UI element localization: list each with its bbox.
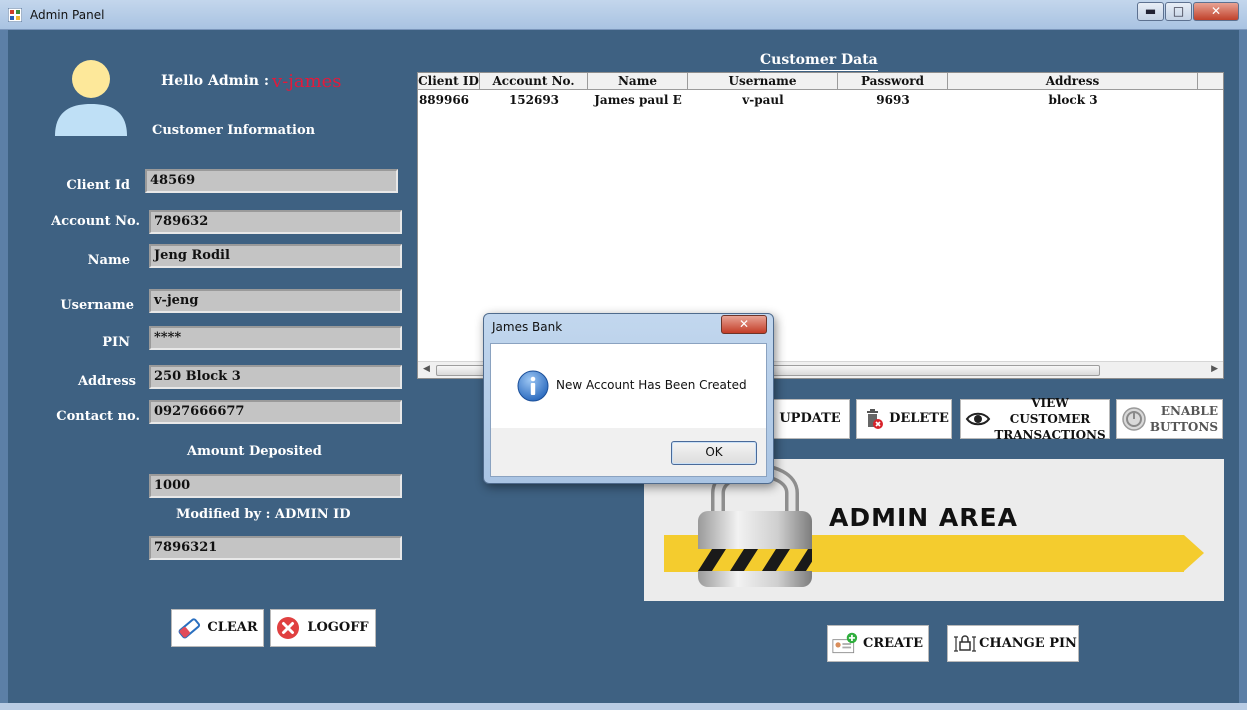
- dialog-message-area: New Account Has Been Created: [491, 344, 766, 428]
- change-pin-button[interactable]: CHANGE PIN: [947, 625, 1079, 662]
- view-customer-line1: VIEW CUSTOMER: [1009, 396, 1091, 426]
- column-header-account-no[interactable]: Account No.: [480, 73, 588, 90]
- window-bottom-border: [0, 703, 1247, 710]
- column-header-username[interactable]: Username: [688, 73, 838, 90]
- cell-address: block 3: [1048, 93, 1098, 107]
- info-icon: [517, 370, 549, 402]
- amount-deposited-field[interactable]: 1000: [149, 474, 402, 498]
- maximize-button[interactable]: □: [1165, 2, 1192, 21]
- column-header-name[interactable]: Name: [588, 73, 688, 90]
- delete-label: DELETE: [889, 411, 949, 426]
- add-user-icon: [832, 631, 858, 657]
- contact-field[interactable]: 0927666677: [149, 400, 402, 424]
- contact-label: Contact no.: [56, 409, 140, 424]
- ok-button[interactable]: OK: [671, 441, 757, 465]
- name-label: Name: [87, 253, 130, 268]
- modified-by-label: Modified by : ADMIN ID: [176, 507, 351, 522]
- scroll-right-icon[interactable]: ▶: [1211, 364, 1218, 374]
- create-button[interactable]: CREATE: [827, 625, 929, 662]
- eraser-icon: [176, 615, 202, 641]
- column-header-address[interactable]: Address: [948, 73, 1198, 90]
- view-customer-label: VIEW CUSTOMER TRANSACTIONS: [991, 395, 1109, 443]
- admin-name: v-james: [272, 71, 342, 92]
- pin-field[interactable]: ****: [149, 326, 402, 350]
- view-customer-line2: TRANSACTIONS: [994, 428, 1106, 442]
- banner-arrow: [1184, 535, 1204, 571]
- window-title: Admin Panel: [30, 8, 105, 22]
- pin-label: PIN: [102, 335, 130, 350]
- title-bar: Admin Panel ▬ □ ✕: [0, 0, 1247, 30]
- dialog-message: New Account Has Been Created: [556, 378, 747, 392]
- cell-password: 9693: [876, 93, 910, 107]
- close-button[interactable]: ✕: [1193, 2, 1239, 21]
- trash-icon: [861, 406, 887, 432]
- cell-username: v-paul: [742, 93, 784, 107]
- address-label: Address: [77, 374, 136, 389]
- clear-button[interactable]: CLEAR: [171, 609, 264, 647]
- minimize-button[interactable]: ▬: [1137, 2, 1164, 21]
- clear-label: CLEAR: [207, 620, 258, 635]
- enable-line1: ENABLE: [1160, 404, 1218, 418]
- scroll-left-icon[interactable]: ◀: [423, 364, 430, 374]
- dialog-title: James Bank: [492, 320, 563, 334]
- delete-button[interactable]: DELETE: [856, 399, 952, 439]
- customer-info-title: Customer Information: [152, 123, 316, 138]
- enable-buttons-button[interactable]: ENABLE BUTTONS: [1116, 399, 1223, 439]
- customer-data-title: Customer Data: [760, 52, 878, 71]
- lock-network-icon: [952, 631, 978, 657]
- username-label: Username: [60, 298, 134, 313]
- view-customer-transactions-button[interactable]: VIEW CUSTOMER TRANSACTIONS: [960, 396, 1110, 442]
- app-icon: [8, 8, 22, 22]
- account-no-field[interactable]: 789632: [149, 210, 402, 234]
- update-button[interactable]: UPDATE: [770, 399, 850, 439]
- greeting-label: Hello Admin :: [161, 73, 269, 89]
- cell-client-id: 889966: [418, 93, 470, 107]
- modified-by-field[interactable]: 7896321: [149, 536, 402, 560]
- dialog-body: New Account Has Been Created OK: [490, 343, 767, 477]
- cell-account-no: 152693: [508, 93, 560, 107]
- client-id-label: Client Id: [66, 178, 130, 193]
- name-field[interactable]: Jeng Rodil: [149, 244, 402, 268]
- column-header-spacer: [1198, 73, 1223, 90]
- account-no-label: Account No.: [51, 214, 140, 229]
- column-header-client-id[interactable]: Client ID: [418, 73, 480, 90]
- dialog-close-button[interactable]: ✕: [721, 315, 767, 334]
- admin-area-text: ADMIN AREA: [829, 503, 1018, 532]
- logoff-button[interactable]: LOGOFF: [270, 609, 376, 647]
- enable-buttons-label: ENABLE BUTTONS: [1147, 403, 1222, 435]
- column-header-password[interactable]: Password: [838, 73, 948, 90]
- logoff-label: LOGOFF: [307, 620, 369, 635]
- username-field[interactable]: v-jeng: [149, 289, 402, 313]
- cancel-icon: [275, 615, 301, 641]
- client-id-field[interactable]: 48569: [145, 169, 398, 193]
- change-pin-label: CHANGE PIN: [979, 635, 1077, 651]
- update-label: UPDATE: [779, 411, 841, 426]
- message-dialog[interactable]: James Bank ✕ New Account Has Been Create…: [483, 313, 774, 484]
- power-icon: [1121, 406, 1147, 432]
- create-label: CREATE: [862, 635, 924, 651]
- cell-name: James paul E: [594, 93, 682, 107]
- user-avatar-icon: [55, 60, 127, 136]
- eye-icon: [965, 406, 991, 432]
- enable-line2: BUTTONS: [1149, 420, 1218, 434]
- grid-header: Client ID Account No. Name Username Pass…: [418, 73, 1223, 90]
- amount-deposited-label: Amount Deposited: [187, 444, 322, 459]
- address-field[interactable]: 250 Block 3: [149, 365, 402, 389]
